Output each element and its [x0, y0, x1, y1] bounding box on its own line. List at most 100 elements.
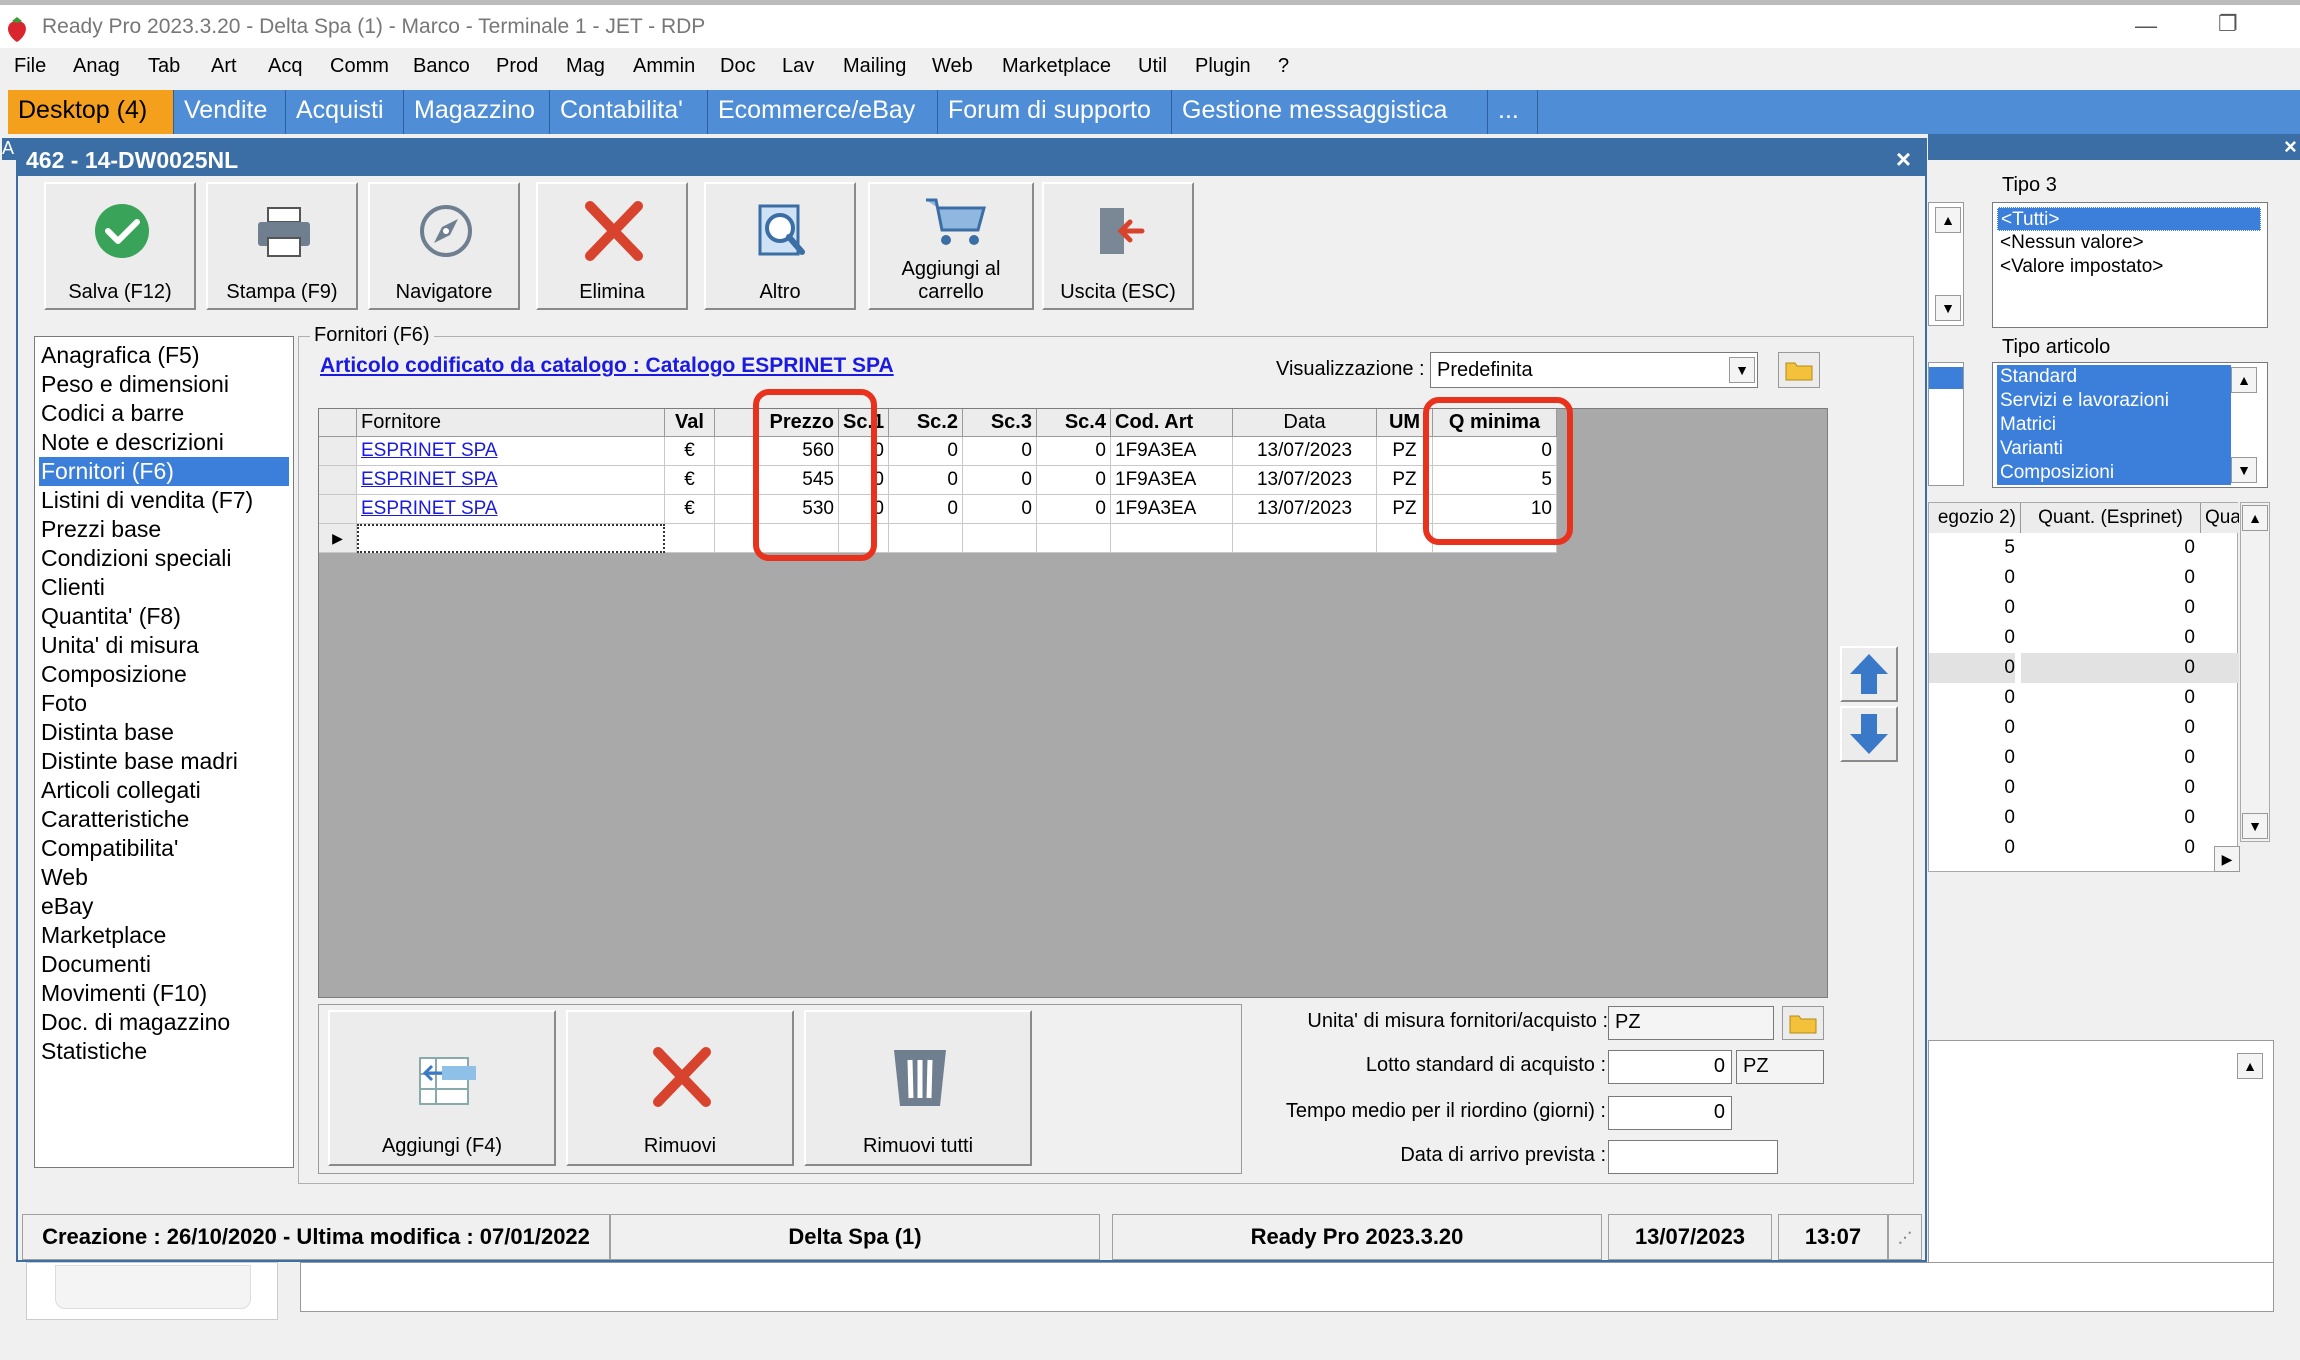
tab-contabilita[interactable]: Contabilita' — [550, 90, 708, 134]
tipo3-item[interactable]: <Tutti> — [1997, 207, 2261, 231]
background-table-scrollbar[interactable]: ▲ ▼ — [2240, 502, 2270, 842]
cell-fornitore[interactable]: ESPRINET SPA — [357, 437, 665, 466]
other-button[interactable]: Altro — [704, 182, 856, 310]
scroll-up-icon[interactable]: ▲ — [2242, 505, 2268, 531]
nav-item-prezzi-base[interactable]: Prezzi base — [39, 515, 289, 544]
resize-grip-icon[interactable]: ⋰ — [1888, 1214, 1922, 1260]
nav-item-unita[interactable]: Unita' di misura — [39, 631, 289, 660]
scroll-up-icon[interactable]: ▲ — [1935, 207, 1961, 233]
lotto-field[interactable]: 0 — [1608, 1050, 1732, 1084]
scroll-down-icon[interactable]: ▼ — [2242, 813, 2268, 839]
menu-ammin[interactable]: Ammin — [633, 55, 695, 78]
cell-sc2[interactable]: 0 — [889, 437, 963, 466]
nav-item-listini[interactable]: Listini di vendita (F7) — [39, 486, 289, 515]
row-selector[interactable] — [319, 437, 357, 466]
new-row-cell[interactable] — [1111, 524, 1233, 553]
nav-item-articoli-collegati[interactable]: Articoli collegati — [39, 776, 289, 805]
cell-sc3[interactable]: 0 — [963, 495, 1037, 524]
tipo3-item[interactable]: <Valore impostato> — [1997, 255, 2166, 279]
column-header-cod-art[interactable]: Cod. Art — [1111, 409, 1233, 437]
scroll-down-icon[interactable]: ▼ — [2231, 457, 2257, 483]
cell-val[interactable]: € — [665, 437, 715, 466]
cell-cod-art[interactable]: 1F9A3EA — [1111, 437, 1233, 466]
tab-more[interactable]: ... — [1488, 90, 1538, 134]
column-header-sc3[interactable]: Sc.3 — [963, 409, 1037, 437]
new-row-fornitore[interactable] — [357, 524, 665, 553]
menu-art[interactable]: Art — [211, 55, 237, 78]
view-folder-button[interactable] — [1778, 352, 1820, 388]
menu-comm[interactable]: Comm — [330, 55, 389, 78]
tab-magazzino[interactable]: Magazzino — [404, 90, 550, 134]
row-selector[interactable] — [319, 466, 357, 495]
tab-ecommerce[interactable]: Ecommerce/eBay — [708, 90, 938, 134]
menu-doc[interactable]: Doc — [720, 55, 756, 78]
cell-sc2[interactable]: 0 — [889, 495, 963, 524]
tipo-articolo-item[interactable]: Standard — [1997, 365, 2231, 389]
column-header-sc2[interactable]: Sc.2 — [889, 409, 963, 437]
column-header-fornitore[interactable]: Fornitore — [357, 409, 665, 437]
background-list-scroll[interactable]: ▲ ▼ — [1928, 202, 1964, 326]
cell-cod-art[interactable]: 1F9A3EA — [1111, 466, 1233, 495]
chevron-down-icon[interactable]: ▼ — [1729, 357, 1755, 383]
nav-item-statistiche[interactable]: Statistiche — [39, 1037, 289, 1066]
nav-item-foto[interactable]: Foto — [39, 689, 289, 718]
save-button[interactable]: Salva (F12) — [44, 182, 196, 310]
menu-mailing[interactable]: Mailing — [843, 55, 906, 78]
menu-help[interactable]: ? — [1278, 55, 1289, 78]
tipo-articolo-item[interactable]: Varianti — [1997, 437, 2231, 461]
nav-item-condizioni[interactable]: Condizioni speciali — [39, 544, 289, 573]
scroll-down-icon[interactable]: ▼ — [1935, 295, 1961, 321]
menu-banco[interactable]: Banco — [413, 55, 470, 78]
tab-desktop[interactable]: Desktop (4) — [8, 90, 174, 134]
add-to-cart-button[interactable]: Aggiungi al carrello — [868, 182, 1034, 310]
nav-item-distinta[interactable]: Distinta base — [39, 718, 289, 747]
nav-item-clienti[interactable]: Clienti — [39, 573, 289, 602]
background-close-icon[interactable]: × — [2284, 134, 2297, 160]
tempo-field[interactable]: 0 — [1608, 1096, 1732, 1130]
cell-cod-art[interactable]: 1F9A3EA — [1111, 495, 1233, 524]
new-row-cell[interactable] — [963, 524, 1037, 553]
menu-marketplace[interactable]: Marketplace — [1002, 55, 1111, 78]
move-up-button[interactable] — [1840, 646, 1898, 702]
new-row-cell[interactable] — [1233, 524, 1377, 553]
menu-tab[interactable]: Tab — [148, 55, 180, 78]
cell-val[interactable]: € — [665, 495, 715, 524]
new-row-cell[interactable] — [1037, 524, 1111, 553]
tipo3-item[interactable]: <Nessun valore> — [1997, 231, 2147, 255]
nav-item-compatibilita[interactable]: Compatibilita' — [39, 834, 289, 863]
column-header-val[interactable]: Val — [665, 409, 715, 437]
cell-sc2[interactable]: 0 — [889, 466, 963, 495]
um-folder-button[interactable] — [1782, 1006, 1824, 1040]
new-row-cell[interactable] — [889, 524, 963, 553]
move-down-button[interactable] — [1840, 706, 1898, 762]
nav-item-anagrafica[interactable]: Anagrafica (F5) — [39, 341, 289, 370]
cell-val[interactable]: € — [665, 466, 715, 495]
cell-sc3[interactable]: 0 — [963, 466, 1037, 495]
scroll-right-icon[interactable]: ▶ — [2214, 846, 2240, 872]
tipo-articolo-list[interactable]: Standard Servizi e lavorazioni Matrici V… — [1992, 362, 2268, 488]
cell-fornitore[interactable]: ESPRINET SPA — [357, 466, 665, 495]
nav-item-fornitori[interactable]: Fornitori (F6) — [39, 457, 289, 486]
navigator-button[interactable]: Navigatore — [368, 182, 520, 310]
menu-acq[interactable]: Acq — [268, 55, 302, 78]
dialog-close-button[interactable]: × — [1896, 144, 1911, 175]
tipo-articolo-item[interactable]: Matrici — [1997, 413, 2231, 437]
menu-anag[interactable]: Anag — [73, 55, 120, 78]
nav-item-note[interactable]: Note e descrizioni — [39, 428, 289, 457]
column-header-data[interactable]: Data — [1233, 409, 1377, 437]
cell-sc4[interactable]: 0 — [1037, 495, 1111, 524]
exit-button[interactable]: Uscita (ESC) — [1042, 182, 1194, 310]
current-row-arrow-icon[interactable]: ▶ — [319, 524, 357, 553]
nav-item-ebay[interactable]: eBay — [39, 892, 289, 921]
nav-item-peso[interactable]: Peso e dimensioni — [39, 370, 289, 399]
tipo-articolo-item[interactable]: Servizi e lavorazioni — [1997, 389, 2231, 413]
nav-item-quantita[interactable]: Quantita' (F8) — [39, 602, 289, 631]
cell-sc4[interactable]: 0 — [1037, 437, 1111, 466]
print-button[interactable]: Stampa (F9) — [206, 182, 358, 310]
nav-item-doc-magazzino[interactable]: Doc. di magazzino — [39, 1008, 289, 1037]
minimize-button[interactable]: — — [2135, 13, 2157, 39]
cell-data[interactable]: 13/07/2023 — [1233, 466, 1377, 495]
nav-item-documenti[interactable]: Documenti — [39, 950, 289, 979]
menu-lav[interactable]: Lav — [782, 55, 814, 78]
remove-all-button[interactable]: Rimuovi tutti — [804, 1010, 1032, 1166]
